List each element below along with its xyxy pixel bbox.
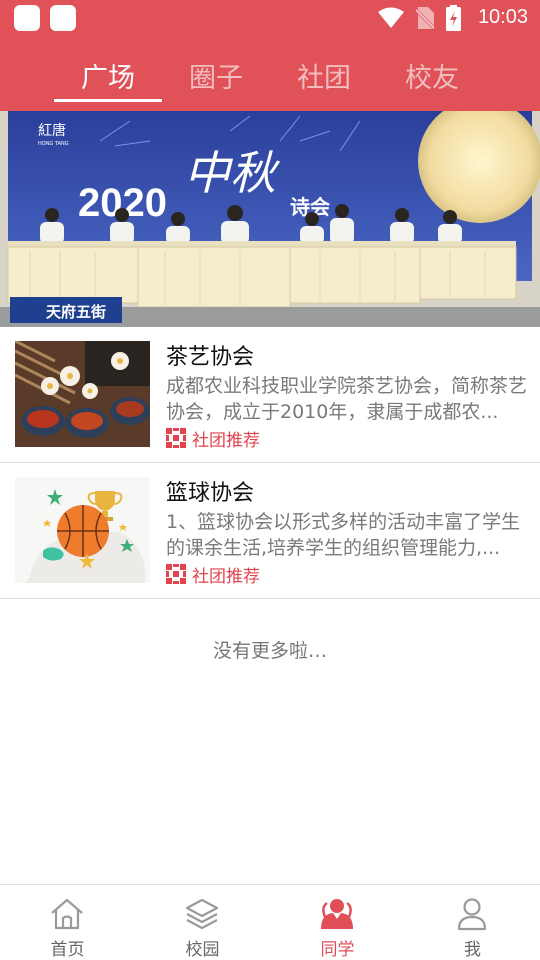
club-tag-label: 社团推荐 xyxy=(192,430,260,451)
club-tag: 社团推荐 xyxy=(166,563,260,587)
bottom-nav: 首页 校园 同学 我 xyxy=(0,884,540,960)
battery-charging-icon xyxy=(446,5,461,31)
nav-item-me[interactable]: 我 xyxy=(405,885,540,960)
nav-item-campus[interactable]: 校园 xyxy=(135,885,270,960)
tab-circles[interactable]: 圈子 xyxy=(189,56,243,95)
no-more-text: 没有更多啦… xyxy=(212,640,327,662)
banner-logo-text: 紅唐 xyxy=(38,122,66,139)
banner-image: 紅唐 HONG TANG 2020 中秋 诗会 天府五街 xyxy=(0,111,540,327)
banner-title-glyph: 中秋 xyxy=(184,146,281,200)
recommend-icon xyxy=(166,428,186,448)
app-square-icon xyxy=(14,5,40,31)
nav-label-me: 我 xyxy=(464,940,481,960)
active-tab-indicator xyxy=(54,99,162,102)
nav-item-classmates[interactable]: 同学 xyxy=(270,885,405,960)
status-icons: 10:03 xyxy=(370,0,540,38)
person-icon xyxy=(457,898,487,931)
club-tag-label: 社团推荐 xyxy=(192,566,260,587)
tab-alumni[interactable]: 校友 xyxy=(405,56,459,95)
club-description: 成都农业科技职业学院茶艺协会，简称茶艺协会，成立于2010年，隶属于成都农... xyxy=(166,375,528,423)
nav-label-home: 首页 xyxy=(50,940,85,960)
status-bar: 10:03 xyxy=(0,0,540,38)
layers-icon xyxy=(185,898,219,930)
app-square-icon xyxy=(50,5,76,31)
tea-set-image xyxy=(15,341,150,447)
club-description: 1、篮球协会以形式多样的活动丰富了学生的课余生活,培养学生的组织管理能力,... xyxy=(166,511,521,559)
tab-square[interactable]: 广场 xyxy=(81,56,135,95)
nav-label-campus: 校园 xyxy=(185,940,220,960)
wifi-icon xyxy=(378,7,404,28)
home-icon xyxy=(51,898,83,930)
banner-caption: 天府五街 xyxy=(46,303,106,321)
basketball-image xyxy=(15,477,150,583)
tab-clubs[interactable]: 社团 xyxy=(297,56,351,95)
classmates-icon xyxy=(321,899,353,929)
top-tabs: 广场 圈子 社团 校友 xyxy=(0,38,540,111)
banner-carousel[interactable]: 紅唐 HONG TANG 2020 中秋 诗会 天府五街 xyxy=(0,111,540,327)
club-tag: 社团推荐 xyxy=(166,427,260,451)
club-list-item[interactable]: 篮球协会 1、篮球协会以形式多样的活动丰富了学生的课余生活,培养学生的组织管理能… xyxy=(0,463,540,599)
nav-label-classmates: 同学 xyxy=(320,940,355,960)
club-title: 篮球协会 xyxy=(166,481,255,506)
club-list-item[interactable]: 茶艺协会 成都农业科技职业学院茶艺协会，简称茶艺协会，成立于2010年，隶属于成… xyxy=(0,327,540,463)
no-sim-icon xyxy=(416,7,434,29)
status-time: 10:03 xyxy=(477,6,528,28)
nav-item-home[interactable]: 首页 xyxy=(0,885,135,960)
app-header: 10:03 广场 圈子 社团 校友 xyxy=(0,0,540,111)
banner-logo-sub: HONG TANG xyxy=(38,141,69,147)
club-title: 茶艺协会 xyxy=(166,345,255,370)
recommend-icon xyxy=(166,564,186,584)
